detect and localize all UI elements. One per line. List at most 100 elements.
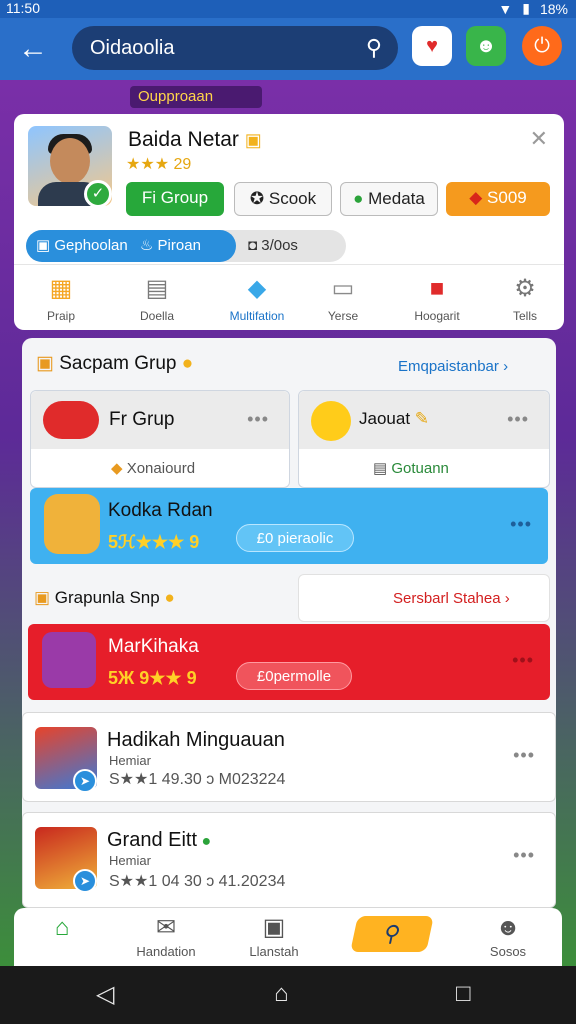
gold-coin-icon [311,401,351,441]
category-row: ▦ Praip ▤ Doella ◆ Multifation ▭ Yerse ■… [14,264,564,330]
promo-banner[interactable]: Oupproaan [130,86,262,108]
info-icon: ● [164,588,175,607]
home-icon: ⌂ [54,914,70,941]
group-card[interactable]: Fr Grup ••• ◆ Xonaiourd [30,390,290,488]
category-item[interactable]: ▤ Doella [112,273,202,323]
list-subtitle: Hemiar [109,753,151,768]
more-icon[interactable]: ••• [510,514,532,535]
check-badge-icon: ● [197,833,212,850]
pin-app-icon[interactable]: ♥ [412,26,452,66]
section-title: ▣ Sacpam Grup ● [36,353,194,374]
tab-icon: ▣ [36,237,55,254]
box-icon: ▣ [34,588,55,607]
category-item[interactable]: ⚙ Tells [480,273,570,323]
pin-icon: ● [353,189,369,208]
doc-icon: ▤ [373,460,392,477]
media-button[interactable]: ● Medata [340,182,438,216]
gem-icon: ◆ [247,275,267,302]
friends-icon: ☻ [495,914,521,941]
more-icon[interactable]: ••• [513,745,535,766]
battery-icon: ▮ [522,0,530,16]
more-icon[interactable]: ••• [247,409,269,430]
chevron-right-icon: › [500,590,510,607]
search-value: Oidaoolia [90,37,175,59]
status-time: 11:50 [6,0,40,16]
battery-level: 18% [539,0,568,17]
tab-active[interactable]: ▣ Gephoolan ♨ Piroan [26,230,236,262]
category-item[interactable]: ▭ Yerse [298,273,388,323]
pencil-icon: ✎ [410,409,430,428]
group-card[interactable]: Jaouat ✎ ••• ▤ Gotuann [298,390,550,488]
chevron-right-icon: › [498,358,509,375]
folder-icon: ▣ [262,914,286,941]
list-title: Hadikah Minguauan [107,729,285,751]
bottom-nav: ⌂ ✉ Handation ▣ Llanstah ⚲ ☻ Sosos [14,908,562,966]
nav-mail[interactable]: ✉ Handation [118,912,214,959]
top-bar: ← Oidaoolia ⚲ ♥ ☻ ⏻ [0,18,576,80]
item-rating: 5ℋ★★★ 9 [108,532,200,552]
share-icon: ➤ [73,769,97,793]
item-pill[interactable]: £0permolle [236,662,352,690]
coins-button[interactable]: ◆ S009 [446,182,550,216]
more-icon[interactable]: ••• [512,650,534,671]
verified-check-icon: ✓ [84,180,112,208]
nav-friends[interactable]: ☻ Sosos [460,912,556,959]
chest-icon [42,632,96,688]
featured-item[interactable]: Kodka Rdan 5ℋ★★★ 9 £0 pieraolic ••• [30,488,548,564]
ticket-icon: ◆ [111,460,127,477]
stack-icon: ▤ [145,275,169,302]
category-item[interactable]: ◆ Multifation [212,273,302,323]
list-subtitle: Hemiar [109,853,151,868]
nav-home[interactable]: ⌂ [14,912,110,944]
tag-icon: ◘ [248,237,262,254]
back-nav-icon[interactable]: ◁ [96,980,114,1009]
close-icon[interactable]: ✕ [530,126,548,152]
section-link[interactable]: Emqpaistanbar › [398,358,508,375]
card-subtitle: ▤ Gotuann [373,460,449,477]
red-box-icon: ■ [429,275,445,302]
home-nav-icon[interactable]: ⌂ [274,980,289,1008]
more-icon[interactable]: ••• [507,409,529,430]
search-input[interactable]: Oidaoolia ⚲ [72,26,398,70]
item-title: Kodka Rdan [108,500,213,521]
search-icon[interactable]: ⚲ [366,26,382,70]
more-icon[interactable]: ••• [513,845,535,866]
gear-icon: ⚙ [514,275,536,302]
system-nav-bar: ◁ ⌂ □ [0,966,576,1024]
fire-icon: ♨ [139,237,154,254]
mail-icon: ✉ [155,914,177,941]
item-rating: 5Ж 9★★ 9 [108,668,197,688]
card-title: Fr Grup [109,409,175,430]
list-meta: S★★1 04 30 ɔ 41.20234 [109,873,286,890]
group-button[interactable]: Fi Group [126,182,224,216]
tab-pill: ▣ Gephoolan ♨ Piroan ◘ 3/0os [26,230,346,262]
nav-folder[interactable]: ▣ Llanstah [226,912,322,959]
list-meta: S★★1 49.30 ɔ M023224 [109,771,286,788]
back-arrow-icon[interactable]: ← [16,32,50,66]
power-app-icon[interactable]: ⏻ [522,26,562,66]
list-item[interactable]: ➤ Hadikah Minguauan Hemiar S★★1 49.30 ɔ … [22,712,556,802]
wifi-icon: ▼ [498,0,513,17]
frog-app-icon[interactable]: ☻ [466,26,506,66]
gift-box-icon: ▦ [49,275,73,302]
item-pill[interactable]: £0 pieraolic [236,524,354,552]
coin-icon: ◆ [469,188,488,207]
crate-icon: ▭ [331,275,355,302]
share-icon: ➤ [73,869,97,893]
list-item[interactable]: ➤ Grand Eitt ● Hemiar S★★1 04 30 ɔ 41.20… [22,812,556,908]
status-bar: 11:50 ▼ ▮ 18% [0,0,576,18]
recents-nav-icon[interactable]: □ [456,980,471,1008]
tab-inactive[interactable]: ◘ 3/0os [238,230,346,262]
crown-icon: ▣ [244,130,262,150]
category-item[interactable]: ■ Hoogarit [392,273,482,323]
nav-search[interactable]: ⚲ [350,916,434,952]
stock-button[interactable]: ✪ Scook [234,182,332,216]
featured-item[interactable]: MarKihaka 5Ж 9★★ 9 £0permolle ••• [28,624,550,700]
category-item[interactable]: ▦ Praip [16,273,106,323]
card-title: Jaouat ✎ [359,409,430,428]
profile-card: Baida Netar ▣ ★★★ 29 ✕ Fi Group ✪ Scook … [14,114,564,228]
section-link[interactable]: Sersbarl Stahea › [298,574,550,622]
section-title: ▣ Grapunla Snp ● [34,588,175,607]
treasure-icon [43,401,99,439]
character-icon [44,494,100,554]
